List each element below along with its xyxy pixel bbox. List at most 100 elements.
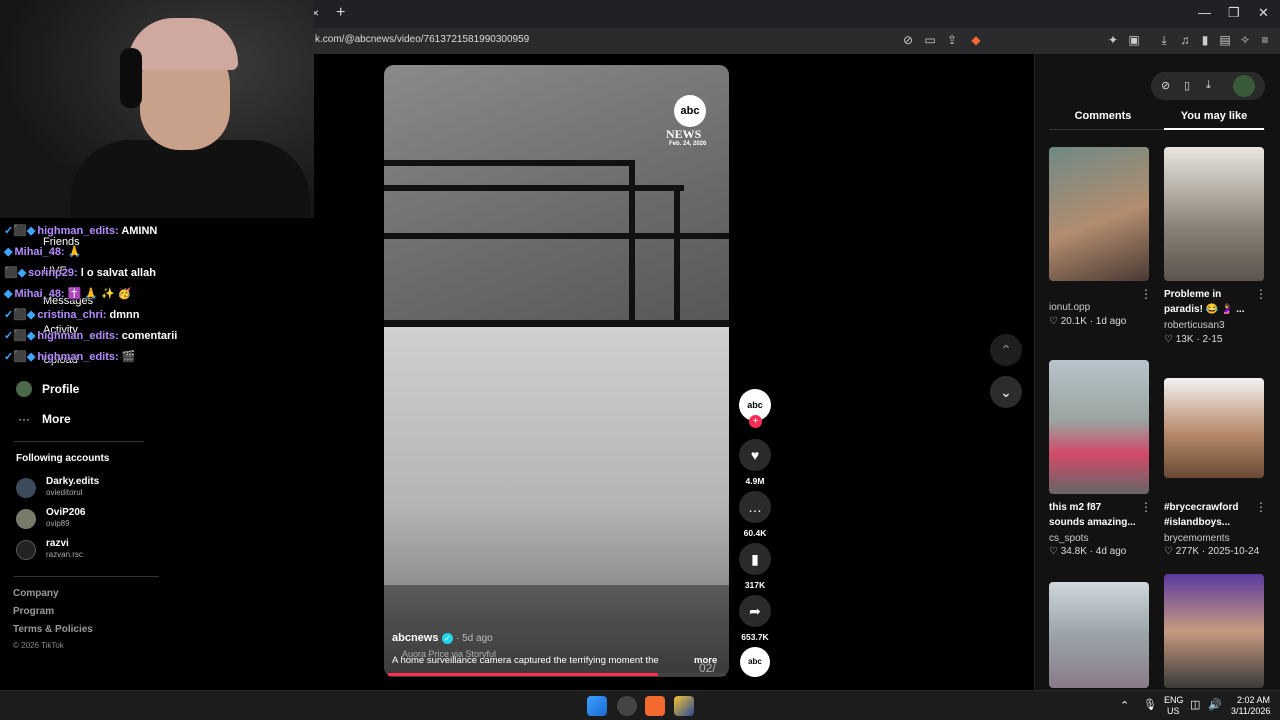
brave-shield-icon[interactable]: ◆ [968, 33, 984, 47]
reader-icon[interactable]: ⊘ [900, 33, 916, 47]
account-handle: ovieditorul [46, 488, 83, 497]
rec-more-icon[interactable]: ⋮ [1140, 287, 1152, 301]
windows-start-icon[interactable] [587, 696, 607, 716]
url-field[interactable]: k.com/@abcnews/video/7613721581990300959 [315, 34, 529, 45]
chat-message: ✓⬛◆ highman_edits: 🎬 [4, 351, 136, 363]
copyright: © 2026 TikTok [13, 641, 64, 650]
following-account[interactable]: razvi razvan.rsc [16, 538, 156, 564]
recommended-video-thumbnail[interactable] [1049, 582, 1149, 688]
rec-title[interactable]: #brycecrawford #islandboys... [1164, 500, 1254, 530]
microphone-icon[interactable]: 🎙 [1143, 698, 1157, 711]
video-posted-ago: · 5d ago [456, 633, 493, 644]
windows-taskbar: ⌃ 🎙 ENG US ◫ 🔊 2:02 AM 3/11/2026 [0, 690, 1280, 720]
rec-more-icon[interactable]: ⋮ [1140, 500, 1152, 514]
rec-author[interactable]: roberticusan3 [1164, 320, 1225, 331]
footer-program-link[interactable]: Program [13, 606, 54, 617]
nav-more[interactable]: ··· More [14, 410, 154, 430]
rec-title[interactable]: this m2 f87 sounds amazing... [1049, 500, 1139, 530]
following-account[interactable]: OviP206 ovip89 [16, 507, 156, 533]
chat-message: ✓⬛◆ highman_edits: comentarii [4, 330, 178, 342]
share-arrow-icon: ➦ [749, 603, 761, 619]
recommended-video-thumbnail[interactable] [1049, 147, 1149, 281]
cast-icon[interactable]: ▭ [922, 33, 938, 47]
rec-author[interactable]: cs_spots [1049, 533, 1088, 544]
account-avatar [16, 478, 36, 498]
like-button[interactable]: ♥ [739, 439, 771, 471]
language-indicator[interactable]: ENG [1164, 695, 1184, 705]
comment-button[interactable]: … [739, 491, 771, 523]
tab-you-may-like[interactable]: You may like [1164, 110, 1264, 130]
heart-icon: ♥ [750, 447, 760, 463]
brave-icon[interactable] [645, 696, 665, 716]
rec-author[interactable]: ionut.opp [1049, 302, 1090, 313]
minimize-button[interactable]: — [1198, 5, 1211, 20]
chat-message: ◆ Mihai_48: 🙏 [4, 246, 82, 258]
bunk-post [629, 160, 635, 330]
account-handle: razvan.rsc [46, 550, 83, 559]
nav-divider [14, 441, 144, 442]
share-icon[interactable]: ⇪ [944, 33, 960, 47]
chat-message: ⬛◆ sorinp29: l o salvat allah [4, 267, 156, 279]
video-progress-bar[interactable] [388, 673, 726, 676]
previous-video-button[interactable]: ⌃ [990, 334, 1022, 366]
next-video-button[interactable]: ⌄ [990, 376, 1022, 408]
account-avatar [16, 509, 36, 529]
volume-icon[interactable]: 🔊 [1208, 698, 1222, 711]
streamer-body [70, 140, 310, 218]
chevron-up-icon: ⌃ [1000, 342, 1012, 358]
chat-message: ◆ Mihai_48: ✝️ 🙏 ✨ 🥳 [4, 288, 132, 300]
obs-icon[interactable] [617, 696, 637, 716]
save-count: 317K [744, 580, 766, 590]
music-icon[interactable]: ♫ [1177, 33, 1193, 47]
recommended-video-thumbnail[interactable] [1049, 360, 1149, 494]
network-icon[interactable]: ◫ [1190, 698, 1200, 711]
profile-avatar-icon [16, 381, 32, 397]
follow-plus-icon[interactable]: + [749, 415, 762, 428]
following-account[interactable]: Darky.edits ovieditorul [16, 476, 156, 502]
verified-badge-icon: ✓ [442, 633, 453, 644]
download-icon[interactable]: ⤓ [1156, 33, 1172, 48]
nav-profile[interactable]: Profile [14, 380, 154, 400]
phone-icon[interactable]: ▯ [1184, 79, 1190, 92]
tray-overflow-icon[interactable]: ⌃ [1120, 699, 1129, 712]
recommended-video-thumbnail[interactable] [1164, 147, 1264, 281]
caption-more-button[interactable]: more [694, 655, 717, 666]
user-avatar[interactable] [1233, 75, 1255, 97]
video-player[interactable]: abc NEWS Feb. 24, 2026 Auora Price via S… [384, 65, 729, 677]
nav-more-label: More [42, 412, 71, 426]
menu-icon[interactable]: ≡ [1257, 33, 1273, 47]
sidebar-icon[interactable]: ▮ [1197, 33, 1213, 47]
clock-time[interactable]: 2:02 AM [1237, 695, 1270, 705]
rec-more-icon[interactable]: ⋮ [1255, 287, 1267, 301]
tab-active-indicator [1164, 128, 1264, 130]
share-count: 653.7K [741, 632, 769, 642]
footer-terms-link[interactable]: Terms & Policies [13, 624, 93, 635]
compass-icon[interactable]: ⊘ [1161, 79, 1170, 92]
new-tab-button[interactable]: + [336, 4, 345, 22]
rec-title[interactable]: Probleme in paradis! 😂 🤰 ... [1164, 287, 1254, 317]
chat-message: ✓⬛◆ highman_edits: AMINN [4, 225, 158, 237]
tab-comments[interactable]: Comments [1049, 110, 1157, 130]
nav-divider [14, 576, 159, 577]
app-icon[interactable] [674, 696, 694, 716]
video-date: Feb. 24, 2026 [669, 141, 707, 147]
rec-author[interactable]: brycemoments [1164, 533, 1230, 544]
music-disc-icon[interactable]: abc [740, 647, 770, 677]
recommended-video-thumbnail[interactable] [1164, 574, 1264, 688]
video-author[interactable]: abcnews [392, 632, 438, 644]
close-window-button[interactable]: ✕ [1258, 5, 1269, 21]
leo-icon[interactable]: ✧ [1237, 33, 1253, 47]
share-button[interactable]: ➦ [739, 595, 771, 627]
wallet-icon[interactable]: ▤ [1217, 33, 1233, 47]
download-icon[interactable]: ⤓ [1206, 79, 1211, 92]
save-button[interactable]: ▮ [739, 543, 771, 575]
progress-fill [388, 673, 659, 676]
streamer-headset [120, 48, 142, 108]
comment-count: 60.4K [743, 528, 767, 538]
tab-icon[interactable]: ▣ [1126, 33, 1142, 47]
restore-button[interactable]: ❐ [1228, 5, 1240, 21]
footer-company-link[interactable]: Company [13, 588, 59, 599]
recommended-video-thumbnail[interactable] [1164, 378, 1264, 478]
rec-more-icon[interactable]: ⋮ [1255, 500, 1267, 514]
extensions-icon[interactable]: ✦ [1105, 33, 1121, 47]
